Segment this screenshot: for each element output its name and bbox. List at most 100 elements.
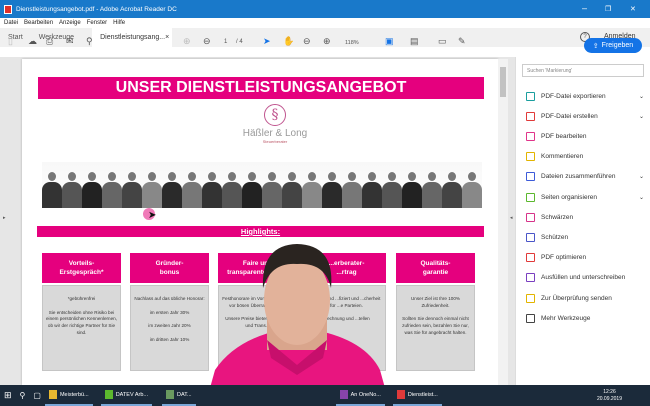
zoom-out-icon[interactable]: ⊖ [303,36,311,47]
highlight-card: Gründer- bonus Nachlass auf das übliche H… [130,253,209,371]
right-panel-toggle-icon[interactable]: ◂ [510,215,513,221]
taskbar-item-label: An OneNo... [350,391,381,398]
zoom-in-icon[interactable]: ⊕ [323,36,331,47]
share-button[interactable]: ⇪ Freigeben [584,38,642,53]
taskbar-item[interactable]: An OneNo... [335,385,385,406]
tab-start[interactable]: Start [0,28,31,47]
close-button[interactable]: ✕ [630,5,636,13]
clock[interactable]: 12:26 20.09.2019 [597,389,650,403]
print-icon[interactable]: ⎙ [46,36,53,47]
highlight-card: Vorteils- Erstgespräch* *gebührenfrei Sie… [42,253,121,371]
tool-item[interactable]: Zur Überprüfung senden [526,292,644,304]
tool-item[interactable]: Schwärzen [526,211,644,223]
tool-item[interactable]: Schützen [526,231,644,243]
chevron-down-icon[interactable]: ⌄ [639,93,644,100]
document-title: UNSER DIENSTLEISTUNGSANGEBOT [38,77,484,99]
app-icon [396,390,405,399]
upload-icon[interactable]: ☁ [28,36,37,47]
team-member [242,172,262,208]
page-up-icon[interactable]: ⊕ [183,36,191,47]
tool-item[interactable]: PDF bearbeiten [526,130,644,142]
taskbar-item-label: Meisterbü... [59,391,89,398]
team-member [442,172,462,208]
tool-item[interactable]: Kommentieren [526,151,644,163]
fit-page-icon[interactable]: ▣ [385,36,394,47]
scrollbar-thumb[interactable] [500,67,506,97]
menu-hilfe[interactable]: Hilfe [113,20,125,26]
logo-subtitle: Steuerberater [262,139,288,144]
logo-name: Häßler & Long [242,128,308,139]
tool-label: Schwärzen [541,213,574,221]
scroll-mode-icon[interactable]: ▤ [410,36,419,47]
left-panel-toggle-icon[interactable]: ▸ [3,215,6,221]
menu-fenster[interactable]: Fenster [87,20,107,26]
tool-item[interactable]: Seiten organisieren ⌄ [526,191,644,203]
team-member [142,172,162,208]
taskbar-item-label: DATEV Arb... [115,391,148,398]
taskbar-search-icon[interactable]: ⚲ [16,385,30,406]
windows-start-icon[interactable]: ⊞ [0,385,16,406]
close-tab-icon[interactable]: × [165,34,169,41]
team-member [402,172,422,208]
tab-document[interactable]: Dienstleistungsang... × [92,28,173,47]
minimize-button[interactable]: – [582,3,587,13]
tool-item[interactable]: Ausfüllen und unterschreiben [526,272,644,284]
select-cursor-icon[interactable]: ➤ [263,36,271,47]
zoom-select[interactable]: 118% [345,40,359,46]
chevron-down-icon[interactable]: ⌄ [639,194,644,201]
task-view-icon[interactable]: ▢ [29,385,45,406]
taskbar-item[interactable]: Dienstleist... [392,385,442,406]
search-icon[interactable]: ⚲ [86,36,93,47]
mail-icon[interactable]: ✉ [66,36,74,47]
page-number-input[interactable]: 1 [224,39,227,45]
tool-icon [526,192,535,202]
team-member [462,172,482,208]
team-member [122,172,142,208]
tool-item[interactable]: PDF-Datei exportieren ⌄ [526,90,644,102]
tab-tools[interactable]: Werkzeuge [31,28,82,47]
chevron-down-icon[interactable]: ⌄ [639,173,644,180]
maximize-button[interactable]: ❐ [605,5,611,13]
team-member [282,172,302,208]
page-total: / 4 [236,39,243,45]
tool-icon [526,212,535,222]
menu-datei[interactable]: Datei [4,20,18,26]
team-member [422,172,442,208]
team-member [262,172,282,208]
tool-icon [526,91,535,101]
menu-anzeige[interactable]: Anzeige [59,20,81,26]
app-icon [166,390,174,399]
tool-label: Zur Überprüfung senden [541,294,612,302]
vertical-scrollbar[interactable] [498,59,508,385]
tool-item[interactable]: Dateien zusammenführen ⌄ [526,171,644,183]
tools-search-input[interactable]: Suchen 'Markierung' [522,64,644,77]
tool-item[interactable]: Mehr Werkzeuge [526,312,644,324]
team-photo [42,162,482,208]
team-member [182,172,202,208]
team-member [362,172,382,208]
tool-label: PDF optimieren [541,254,587,262]
mouse-cursor-icon: ➤ [148,210,157,221]
taskbar-item[interactable]: DATEV Arb... [100,385,152,406]
company-logo: § Häßler & Long Steuerberater [220,102,330,160]
pen-icon[interactable]: ✎ [458,36,466,47]
taskbar-item[interactable]: DAT... [162,385,196,406]
save-icon[interactable]: ▯ [8,36,13,47]
taskbar-item-label: Dienstleist... [407,391,438,398]
tool-icon [526,313,535,323]
tool-icon [526,172,535,182]
menu-bearbeiten[interactable]: Bearbeiten [24,20,53,26]
tool-item[interactable]: PDF optimieren [526,252,644,264]
tool-label: Schützen [541,233,569,241]
tool-item[interactable]: PDF-Datei erstellen ⌄ [526,110,644,122]
taskbar-item[interactable]: Meisterbü... [44,385,93,406]
tool-icon [526,111,535,121]
page-down-icon[interactable]: ⊖ [203,36,211,47]
hand-icon[interactable]: ✋ [283,36,294,47]
chevron-down-icon[interactable]: ⌄ [639,113,644,120]
share-label: Freigeben [601,42,634,49]
paragraph-logo-icon: § [264,104,286,126]
tool-label: Ausfüllen und unterschreiben [541,274,626,282]
comment-icon[interactable]: ▭ [438,36,447,47]
app-icon [104,390,113,399]
